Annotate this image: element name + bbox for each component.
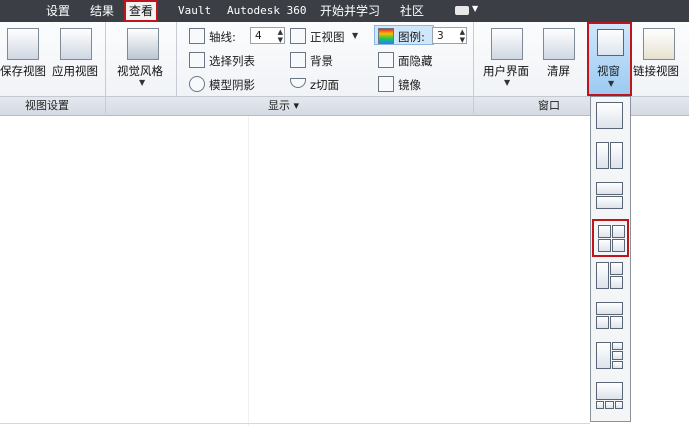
save-view-icon[interactable] [7, 28, 39, 60]
viewport-button[interactable]: 视窗 ▼ [587, 22, 632, 96]
background-icon [290, 52, 306, 68]
axis-icon [189, 28, 205, 44]
extra-tab-icon[interactable] [455, 6, 469, 15]
model-shadow-button[interactable]: 模型阴影 [209, 77, 255, 93]
axis-label: 轴线: [209, 30, 236, 44]
user-interface-button[interactable]: 用户界面 [483, 63, 529, 79]
divider [473, 96, 474, 114]
select-list-button[interactable]: 选择列表 [209, 53, 255, 69]
layout-two-vertical[interactable] [595, 141, 626, 172]
link-icon[interactable] [643, 28, 675, 60]
z-cut-button[interactable]: z切面 [310, 77, 339, 93]
background-button[interactable]: 背景 [310, 53, 333, 69]
mirror-icon [378, 76, 394, 92]
hide-faces-button[interactable]: 面隐藏 [398, 53, 433, 69]
panel-title-view-settings: 视图设置 [25, 99, 69, 112]
spin-arrows-icon[interactable]: ▲ ▼ [460, 28, 465, 44]
viewport-layout-menu [590, 96, 631, 422]
tab-results[interactable]: 结果 [90, 2, 114, 20]
apply-view-icon[interactable] [60, 28, 92, 60]
hide-faces-icon [378, 52, 394, 68]
layout-four-bottom-row[interactable] [595, 381, 626, 412]
legend-label: 图例: [398, 30, 425, 44]
canvas-edge [248, 116, 249, 426]
chevron-down-icon[interactable]: ▼ [504, 78, 510, 87]
axis-spinner[interactable]: 4 ▲ ▼ [250, 27, 285, 44]
legend-icon [378, 28, 394, 44]
clear-screen-icon[interactable] [543, 28, 575, 60]
panel-title-display[interactable]: 显示 ▾ [268, 97, 299, 115]
mirror-button[interactable]: 镜像 [398, 77, 421, 93]
spin-arrows-icon[interactable]: ▲ ▼ [278, 28, 283, 44]
model-shadow-icon [189, 76, 205, 92]
viewport-icon [597, 29, 624, 56]
save-view-button[interactable]: 保存视图 [0, 63, 46, 79]
chevron-down-icon[interactable]: ▼ [472, 4, 478, 13]
link-view-button[interactable]: 链接视图 [633, 63, 679, 79]
tab-settings[interactable]: 设置 [46, 2, 70, 20]
user-interface-icon[interactable] [491, 28, 523, 60]
tab-getting-started[interactable]: 开始并学习 [320, 2, 380, 20]
tab-community[interactable]: 社区 [400, 2, 424, 20]
panel-title-window: 窗口 [538, 99, 560, 112]
visual-style-icon[interactable] [127, 28, 159, 60]
legend-value: 3 [437, 30, 444, 42]
chevron-down-icon[interactable]: ▼ [139, 78, 145, 87]
chevron-down-icon: ▼ [608, 79, 615, 88]
tab-vault[interactable]: Vault [178, 2, 211, 20]
ortho-view-dropdown[interactable]: 正视图 [310, 29, 345, 45]
divider [0, 423, 590, 424]
viewport-label: 视窗 [597, 64, 620, 78]
select-list-icon [189, 52, 205, 68]
layout-three-top-large[interactable] [595, 301, 626, 332]
divider [105, 96, 106, 114]
legend-spinner[interactable]: 3 ▲ ▼ [432, 27, 467, 44]
apply-view-button[interactable]: 应用视图 [52, 63, 98, 79]
visual-style-button[interactable]: 视觉风格 [117, 63, 163, 79]
panel-title-bar: 视图设置 显示 ▾ 窗口 [0, 96, 689, 115]
tab-view[interactable]: 查看 [124, 0, 159, 22]
tab-autodesk-360[interactable]: Autodesk 360 [227, 2, 306, 20]
ortho-view-icon [290, 28, 306, 44]
layout-four-grid[interactable] [592, 219, 629, 257]
menu-bar: 设置 结果 查看 Vault Autodesk 360 开始并学习 社区 ▼ [0, 0, 689, 22]
axis-value: 4 [255, 30, 262, 42]
clear-screen-button[interactable]: 清屏 [547, 63, 570, 79]
layout-three-left-large[interactable] [595, 261, 626, 292]
chevron-down-icon[interactable]: ▼ [352, 31, 358, 40]
layout-single[interactable] [595, 101, 626, 132]
layout-two-horizontal[interactable] [595, 181, 626, 212]
workspace-canvas[interactable] [0, 116, 589, 426]
layout-four-left-large[interactable] [595, 341, 626, 372]
